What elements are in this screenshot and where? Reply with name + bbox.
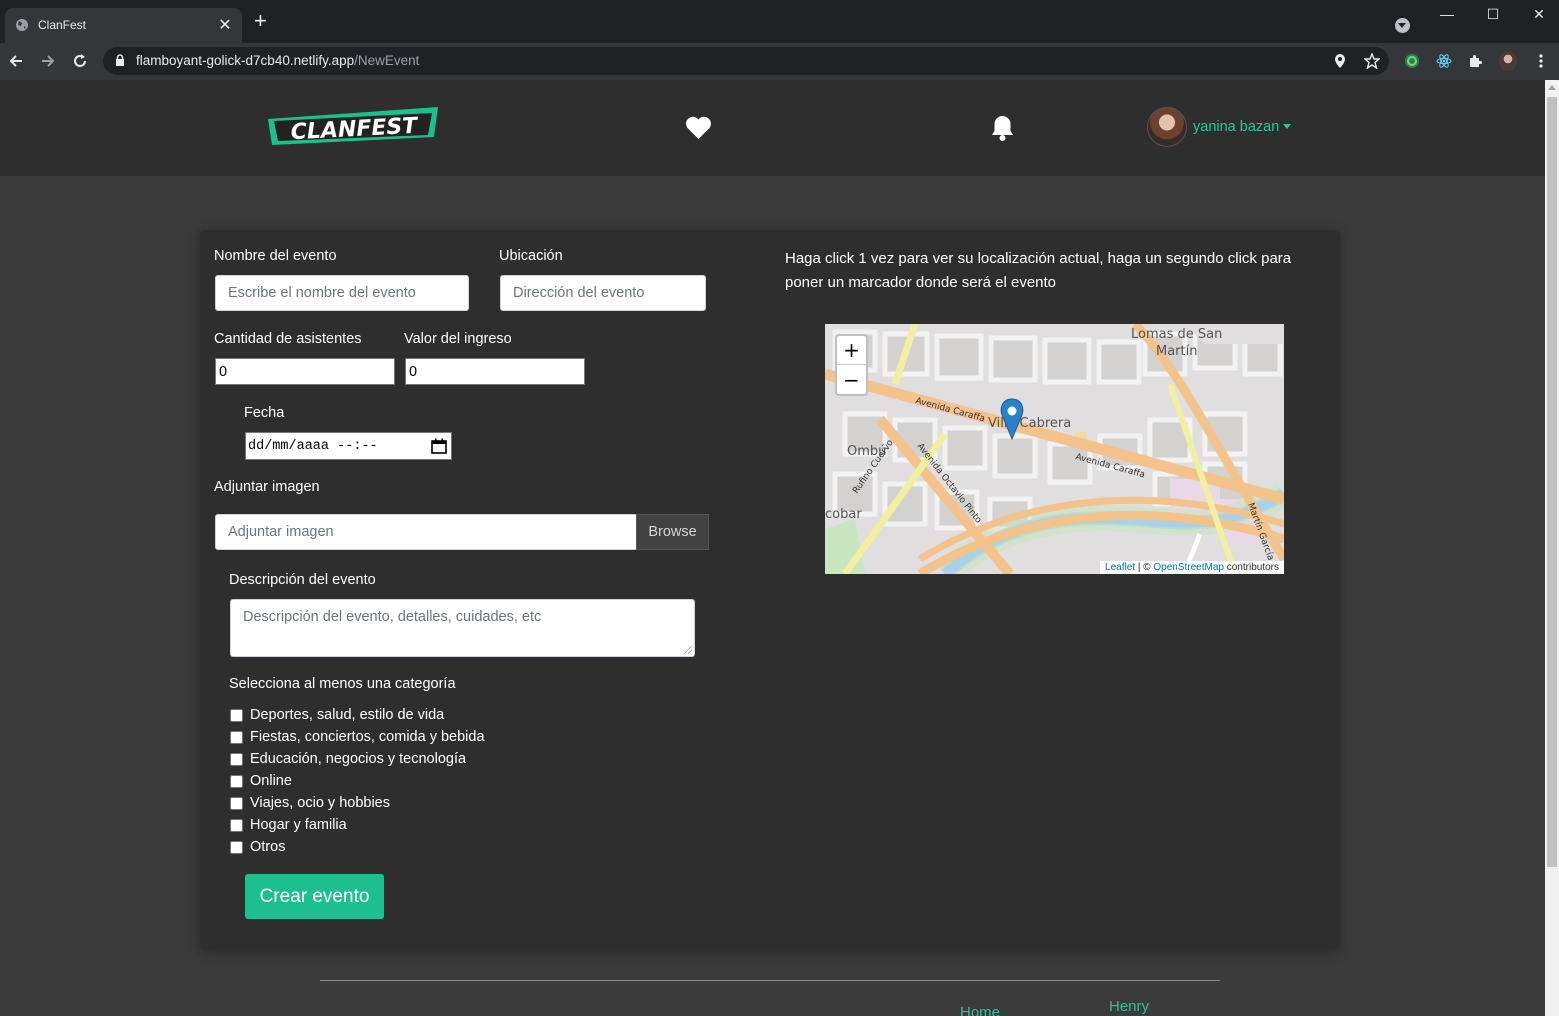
browse-button[interactable]: Browse (636, 514, 709, 550)
reload-icon[interactable] (69, 50, 91, 72)
browser-menu-icon[interactable] (1532, 52, 1550, 70)
browser-tab-bar: ClanFest ✕ + — ☐ ✕ (0, 0, 1559, 43)
price-input[interactable]: 0 (405, 358, 585, 385)
location-icon[interactable] (1334, 53, 1346, 69)
map-attribution: Leaflet | © OpenStreetMap contributors (1100, 561, 1284, 574)
username[interactable]: yanina bazan (1193, 119, 1279, 135)
close-tab-icon[interactable]: ✕ (216, 15, 234, 35)
category-item[interactable]: Educación, negocios y tecnología (230, 751, 466, 767)
image-label: Adjuntar imagen (214, 479, 320, 495)
maximize-icon[interactable]: ☐ (1483, 6, 1503, 23)
category-item[interactable]: Hogar y familia (230, 817, 347, 833)
site-header: CLANFEST yanina bazan (0, 80, 1545, 176)
category-item[interactable]: Fiestas, conciertos, comida y bebida (230, 729, 485, 745)
location-label: Ubicación (499, 248, 563, 264)
browser-toolbar: flamboyant-golick-d7cb40.netlify.app/New… (0, 43, 1559, 80)
category-item[interactable]: Deportes, salud, estilo de vida (230, 707, 444, 723)
category-item[interactable]: Otros (230, 839, 285, 855)
category-checkbox[interactable] (230, 730, 243, 744)
category-checkbox[interactable] (230, 840, 243, 854)
browser-tab[interactable]: ClanFest ✕ (5, 8, 242, 43)
footer-link-home[interactable]: Home (960, 1004, 1000, 1016)
calendar-icon[interactable] (431, 438, 447, 454)
forward-icon[interactable] (37, 50, 59, 72)
date-value: dd/mm/aaaa --:-- (248, 438, 378, 454)
map-zoom-control: + − (835, 334, 868, 396)
description-textarea[interactable]: Descripción del evento, detalles, cuidad… (230, 599, 695, 657)
lock-icon (116, 54, 124, 66)
chevron-down-icon[interactable] (1283, 123, 1292, 129)
new-event-card: Nombre del evento Escribe el nombre del … (200, 230, 1340, 950)
osm-link[interactable]: OpenStreetMap (1153, 562, 1224, 573)
address-bar[interactable]: flamboyant-golick-d7cb40.netlify.app/New… (103, 47, 1389, 75)
back-icon[interactable] (5, 50, 27, 72)
svg-text:Villa Cabrera: Villa Cabrera (988, 416, 1071, 431)
name-label: Nombre del evento (214, 248, 337, 264)
image-file-input[interactable]: Adjuntar imagen (215, 514, 637, 550)
svg-text:Martín: Martín (1156, 344, 1197, 359)
favorites-heart-icon[interactable] (685, 116, 712, 140)
price-label: Valor del ingreso (404, 331, 512, 347)
category-item[interactable]: Viajes, ocio y hobbies (230, 795, 390, 811)
extensions-puzzle-icon[interactable] (1466, 52, 1484, 70)
scrollbar-thumb[interactable] (1547, 97, 1557, 867)
svg-text:cobar: cobar (825, 507, 862, 522)
category-checkbox[interactable] (230, 796, 243, 810)
notifications-bell-icon[interactable] (990, 114, 1015, 142)
date-label: Fecha (244, 405, 285, 421)
window-close-icon[interactable]: ✕ (1529, 6, 1549, 23)
zoom-out-button[interactable]: − (837, 365, 866, 394)
globe-icon (16, 19, 28, 31)
category-checkbox[interactable] (230, 818, 243, 832)
minimize-icon[interactable]: — (1437, 6, 1457, 22)
attendees-input[interactable]: 0 (215, 358, 395, 385)
category-checkbox[interactable] (230, 774, 243, 788)
footer-divider (320, 980, 1220, 981)
attendees-label: Cantidad de asistentes (214, 331, 362, 347)
description-label: Descripción del evento (229, 572, 376, 588)
description-placeholder: Descripción del evento, detalles, cuidad… (243, 609, 542, 625)
category-checkbox[interactable] (230, 752, 243, 766)
user-menu[interactable]: yanina bazan (1147, 107, 1292, 147)
date-input[interactable]: dd/mm/aaaa --:-- (245, 432, 452, 460)
leaflet-link[interactable]: Leaflet (1105, 562, 1135, 573)
create-event-button[interactable]: Crear evento (245, 874, 384, 919)
page-scrollbar[interactable] (1545, 80, 1559, 1016)
url-text: flamboyant-golick-d7cb40.netlify.app/New… (136, 53, 420, 68)
page: CLANFEST yanina bazan Nombre del evento … (0, 80, 1545, 1016)
categories-label: Selecciona al menos una categoría (229, 676, 456, 692)
svg-text:CLANFEST: CLANFEST (290, 114, 420, 146)
footer-link-henry[interactable]: Henry (1109, 998, 1149, 1015)
event-name-input[interactable]: Escribe el nombre del evento (215, 275, 469, 311)
bookmark-star-icon[interactable] (1364, 53, 1380, 69)
zoom-in-button[interactable]: + (837, 336, 866, 365)
react-devtools-icon[interactable] (1435, 52, 1453, 70)
category-item[interactable]: Online (230, 773, 292, 789)
svg-text:Lomas de San: Lomas de San (1131, 327, 1222, 342)
extension-circle-icon[interactable] (1403, 52, 1421, 70)
scroll-up-icon[interactable] (1548, 85, 1556, 90)
tab-search-icon[interactable] (1395, 18, 1410, 33)
map-tiles[interactable]: Lomas de San Martín Villa Cabrera Ombú c… (825, 324, 1284, 574)
clanfest-logo[interactable]: CLANFEST (268, 107, 440, 151)
tab-title: ClanFest (38, 18, 87, 32)
map-instructions: Haga click 1 vez para ver su localizació… (785, 250, 1292, 291)
event-map[interactable]: Lomas de San Martín Villa Cabrera Ombú c… (825, 324, 1284, 574)
resize-handle-icon[interactable] (684, 646, 692, 654)
profile-avatar-icon[interactable] (1499, 51, 1517, 71)
new-tab-button[interactable]: + (254, 10, 267, 32)
event-location-input[interactable]: Dirección del evento (500, 275, 706, 311)
category-checkbox[interactable] (230, 708, 243, 722)
avatar[interactable] (1147, 107, 1187, 147)
